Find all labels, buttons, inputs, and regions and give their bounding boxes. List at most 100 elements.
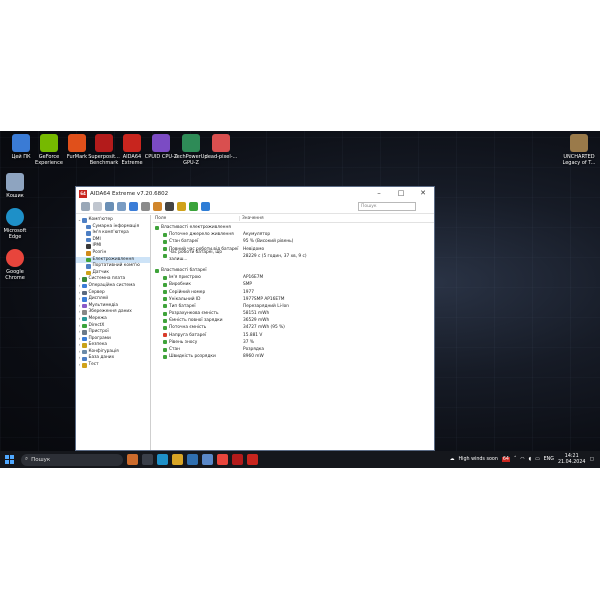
tree-node-icon [82, 303, 87, 309]
tree-item[interactable]: ⌄ Комп'ютер [76, 217, 150, 224]
detail-row[interactable]: Час роботи батареї, що залиш... 28229 с (… [153, 250, 434, 262]
column-header-field[interactable]: Поле [153, 216, 239, 221]
app-icon [95, 134, 113, 152]
detail-row[interactable]: Рівень зносу 37 % [153, 339, 434, 346]
toolbar-button-icon[interactable] [105, 202, 114, 211]
title-bar[interactable]: 64 AIDA64 Extreme v7.20.6802 – □ ✕ [76, 187, 434, 200]
desktop-icon-label: Microsoft Edge [3, 228, 27, 240]
tree-item[interactable]: Портативний комп'ю [76, 263, 150, 270]
chevron-up-icon[interactable]: ˄ [514, 457, 516, 462]
tree-item[interactable]: › База даних [76, 355, 150, 362]
minimize-button[interactable]: – [368, 187, 390, 200]
taskbar-app-icon[interactable] [127, 454, 138, 465]
toolbar-button-icon[interactable] [201, 202, 210, 211]
taskbar-app-icon[interactable] [247, 454, 258, 465]
detail-row[interactable]: Поточне джерело живлення Акумулятор [153, 231, 434, 238]
tree-item[interactable]: IPMI [76, 243, 150, 250]
desktop-icon[interactable]: Кошик [0, 173, 33, 199]
aida64-app-icon: 64 [79, 189, 87, 198]
detail-row[interactable]: Швидкість розрядки 8960 mW [153, 353, 434, 360]
wifi-icon[interactable]: ◠ [520, 457, 524, 462]
detail-row[interactable]: Тип батареї Перезарядний Li-Ion [153, 303, 434, 310]
tree-item[interactable]: › Безпека [76, 342, 150, 349]
taskbar-app-icon[interactable] [202, 454, 213, 465]
tree-item[interactable]: Ім'я комп'ютера [76, 230, 150, 237]
field-cell: Розрахункова ємність [153, 310, 241, 317]
tree-item-label: Збереження даних [88, 309, 132, 315]
search-input[interactable]: Пошук [358, 202, 416, 211]
field-value: 37 % [243, 339, 254, 345]
toolbar-button-icon[interactable] [129, 202, 138, 211]
close-button[interactable]: ✕ [412, 187, 434, 200]
tree-item[interactable]: › Операційна система [76, 283, 150, 290]
field-cell: Серійний номер [153, 289, 241, 296]
tree-node-icon [82, 277, 87, 282]
taskbar-app-icon[interactable] [187, 454, 198, 465]
field-cell: Ім'я пристрою [153, 274, 241, 281]
tree-node-icon [86, 270, 91, 276]
toolbar-button-icon[interactable] [189, 202, 198, 211]
toolbar-button-icon[interactable] [153, 202, 162, 211]
field-cell: Стан батареї [153, 238, 241, 245]
toolbar-button-icon[interactable] [81, 202, 90, 211]
desktop-icon-uncharted[interactable]: UNCHARTED Legacy of T... [561, 134, 597, 166]
detail-row[interactable]: Ємність повної зарядки 36529 mWh [153, 317, 434, 324]
tree-item[interactable]: › Сервер [76, 290, 150, 297]
tree-item[interactable]: › Дисплей [76, 296, 150, 303]
tree-item[interactable]: › DirectX [76, 323, 150, 330]
tree-item-label: Безпека [88, 342, 108, 348]
toolbar-button-icon[interactable] [141, 202, 150, 211]
start-button[interactable] [5, 455, 14, 464]
field-name: Швидкість розрядки [169, 354, 216, 360]
detail-row[interactable]: Поточна ємність 34727 mWh (95 %) [153, 324, 434, 331]
detail-row[interactable]: Стан Розрядка [153, 346, 434, 353]
field-icon [163, 347, 167, 352]
detail-row[interactable]: Розрахункова ємність 58151 mWh [153, 310, 434, 317]
column-header-value[interactable]: Значення [239, 216, 264, 221]
field-value: 1977SMP AP16E7M [243, 296, 285, 302]
toolbar-button-icon[interactable] [177, 202, 186, 211]
volume-icon[interactable]: ◖ [529, 457, 532, 462]
toolbar-button-icon[interactable] [93, 202, 102, 211]
aida64-tray-icon[interactable]: 64 [501, 457, 510, 462]
weather-text[interactable]: High winds soon [459, 457, 498, 462]
tree-item[interactable]: › Системна плата [76, 276, 150, 283]
toolbar-button-icon[interactable] [165, 202, 174, 211]
taskbar-app-icon[interactable] [232, 454, 243, 465]
tree-node-icon [86, 231, 91, 236]
battery-section-icon [155, 268, 159, 273]
language-indicator[interactable]: ENG [544, 457, 554, 462]
tree-item[interactable]: › Пристрої [76, 329, 150, 336]
battery-icon[interactable]: ▭ [535, 457, 540, 462]
detail-row[interactable]: Стан батареї 95 % (Високий рівень) [153, 238, 434, 245]
field-icon [163, 311, 167, 316]
tree-item[interactable]: Розгін [76, 250, 150, 257]
taskbar-app-icon[interactable] [157, 454, 168, 465]
tree-node-icon [82, 356, 87, 362]
tree-item[interactable]: DMI [76, 237, 150, 244]
field-value: Невідомо [243, 246, 265, 252]
tree-item[interactable]: › Програми [76, 336, 150, 343]
desktop-icon[interactable]: Microsoft Edge [0, 208, 33, 240]
taskbar-app-icon[interactable] [142, 454, 153, 465]
notification-icon[interactable]: ▢ [589, 457, 594, 462]
app-icon [12, 134, 30, 152]
detail-row[interactable]: Серійний номер 1977 [153, 289, 434, 296]
detail-row[interactable]: Унікальний ID 1977SMP AP16E7M [153, 296, 434, 303]
detail-row[interactable]: Напруга батареї 15.881 V [153, 332, 434, 339]
detail-row[interactable]: Виробник SMP [153, 281, 434, 288]
taskbar-app-icon[interactable] [217, 454, 228, 465]
taskbar-search[interactable]: ⌕ Пошук [21, 453, 123, 466]
taskbar-app-icon[interactable] [172, 454, 183, 465]
detail-row[interactable]: Ім'я пристрою AP16E7M [153, 274, 434, 281]
tree-item-label: Операційна система [88, 282, 135, 288]
desktop-icon[interactable]: Google Chrome [0, 249, 33, 281]
clock[interactable]: 14:21 21.04.2024 [558, 454, 585, 465]
maximize-button[interactable]: □ [390, 187, 412, 200]
toolbar-button-icon[interactable] [117, 202, 126, 211]
tree-item[interactable]: › Мережа [76, 316, 150, 323]
tree-item[interactable]: › Тест [76, 362, 150, 369]
aida64-window: 64 AIDA64 Extreme v7.20.6802 – □ ✕ Пошук… [75, 186, 435, 451]
desktop-icon[interactable]: dead-pixel-... [203, 134, 239, 160]
tree-item[interactable]: › Збереження даних [76, 309, 150, 316]
